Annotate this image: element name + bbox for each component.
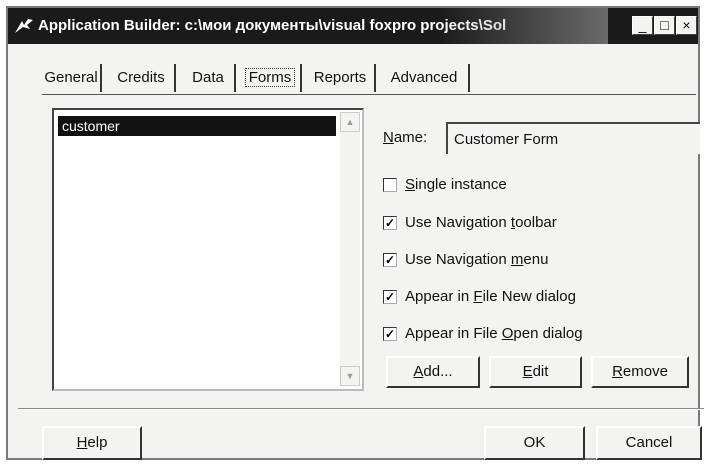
list-item[interactable]: customer <box>58 116 336 136</box>
label-text: ile New dialog <box>482 288 576 305</box>
label-text: Appear in <box>405 288 474 305</box>
name-label: Name: <box>383 129 427 146</box>
single-instance-label: Single instance <box>405 175 507 195</box>
file-open-label: Appear in File Open dialog <box>405 324 583 344</box>
tab-label: Advanced <box>390 69 458 86</box>
label-text: oolbar <box>515 214 557 231</box>
nav-toolbar-checkbox[interactable]: ✓ <box>383 216 397 230</box>
tab-reports[interactable]: Reports <box>306 64 376 92</box>
maximize-button[interactable]: □ <box>654 16 675 35</box>
tab-label: General <box>44 69 98 86</box>
button-accel: A <box>413 363 424 380</box>
button-label: dit <box>532 363 549 380</box>
app-builder-window: Application Builder: c:\мои документы\vi… <box>6 6 704 460</box>
label-accel: F <box>473 288 483 305</box>
name-label-rest: ame: <box>393 129 428 146</box>
arrow-up-icon[interactable]: ▲ <box>340 112 360 132</box>
button-accel: R <box>612 363 623 380</box>
nav-toolbar-label: Use Navigation toolbar <box>405 213 557 233</box>
app-builder-icon <box>15 19 33 33</box>
minimize-button[interactable]: _ <box>632 16 653 35</box>
single-instance-checkbox[interactable] <box>383 178 397 192</box>
tab-label: Data <box>192 69 224 86</box>
form-list[interactable]: customer ▲ ▼ <box>52 108 364 391</box>
title-bar[interactable]: Application Builder: c:\мои документы\vi… <box>8 8 698 44</box>
remove-button[interactable]: Remove <box>591 356 689 388</box>
label-accel: S <box>405 176 416 193</box>
tab-data[interactable]: Data <box>182 64 236 92</box>
arrow-down-icon[interactable]: ▼ <box>340 366 360 386</box>
tab-general[interactable]: General <box>42 64 102 92</box>
nav-menu-label: Use Navigation menu <box>405 250 548 270</box>
label-text: Use Navigation <box>405 251 511 268</box>
tab-forms[interactable]: Forms <box>240 64 302 92</box>
name-label-accel: N <box>383 129 394 146</box>
button-accel: H <box>76 434 88 451</box>
label-text: enu <box>523 251 549 268</box>
tab-credits[interactable]: Credits <box>108 64 176 92</box>
button-accel: E <box>522 363 533 380</box>
tab-advanced[interactable]: Advanced <box>380 64 470 92</box>
label-text: Appear in File <box>405 325 502 342</box>
name-input[interactable] <box>446 122 700 154</box>
help-button[interactable]: Help <box>42 426 142 460</box>
footer-divider <box>18 408 704 410</box>
label-accel: O <box>501 325 514 342</box>
button-label: emove <box>622 363 668 380</box>
label-text: pen dialog <box>513 325 583 342</box>
ok-button[interactable]: OK <box>484 426 585 460</box>
file-new-checkbox[interactable]: ✓ <box>383 290 397 304</box>
nav-menu-checkbox[interactable]: ✓ <box>383 253 397 267</box>
label-text: Use Navigation <box>405 214 511 231</box>
button-label: elp <box>87 434 108 451</box>
cancel-button[interactable]: Cancel <box>596 426 702 460</box>
tab-label: Credits <box>117 69 165 86</box>
add-button[interactable]: Add... <box>386 356 480 388</box>
close-button[interactable]: × <box>676 16 697 35</box>
label-accel: m <box>510 251 524 268</box>
tab-label: Reports <box>313 69 367 86</box>
tab-label: Forms <box>244 68 296 87</box>
button-label: dd... <box>423 363 453 380</box>
edit-button[interactable]: Edit <box>489 356 582 388</box>
file-open-checkbox[interactable]: ✓ <box>383 327 397 341</box>
label-text: ingle instance <box>415 176 507 193</box>
file-new-label: Appear in File New dialog <box>405 287 576 307</box>
window-title: Application Builder: c:\мои документы\vi… <box>38 17 507 34</box>
list-scrollbar[interactable]: ▲ ▼ <box>340 112 360 386</box>
